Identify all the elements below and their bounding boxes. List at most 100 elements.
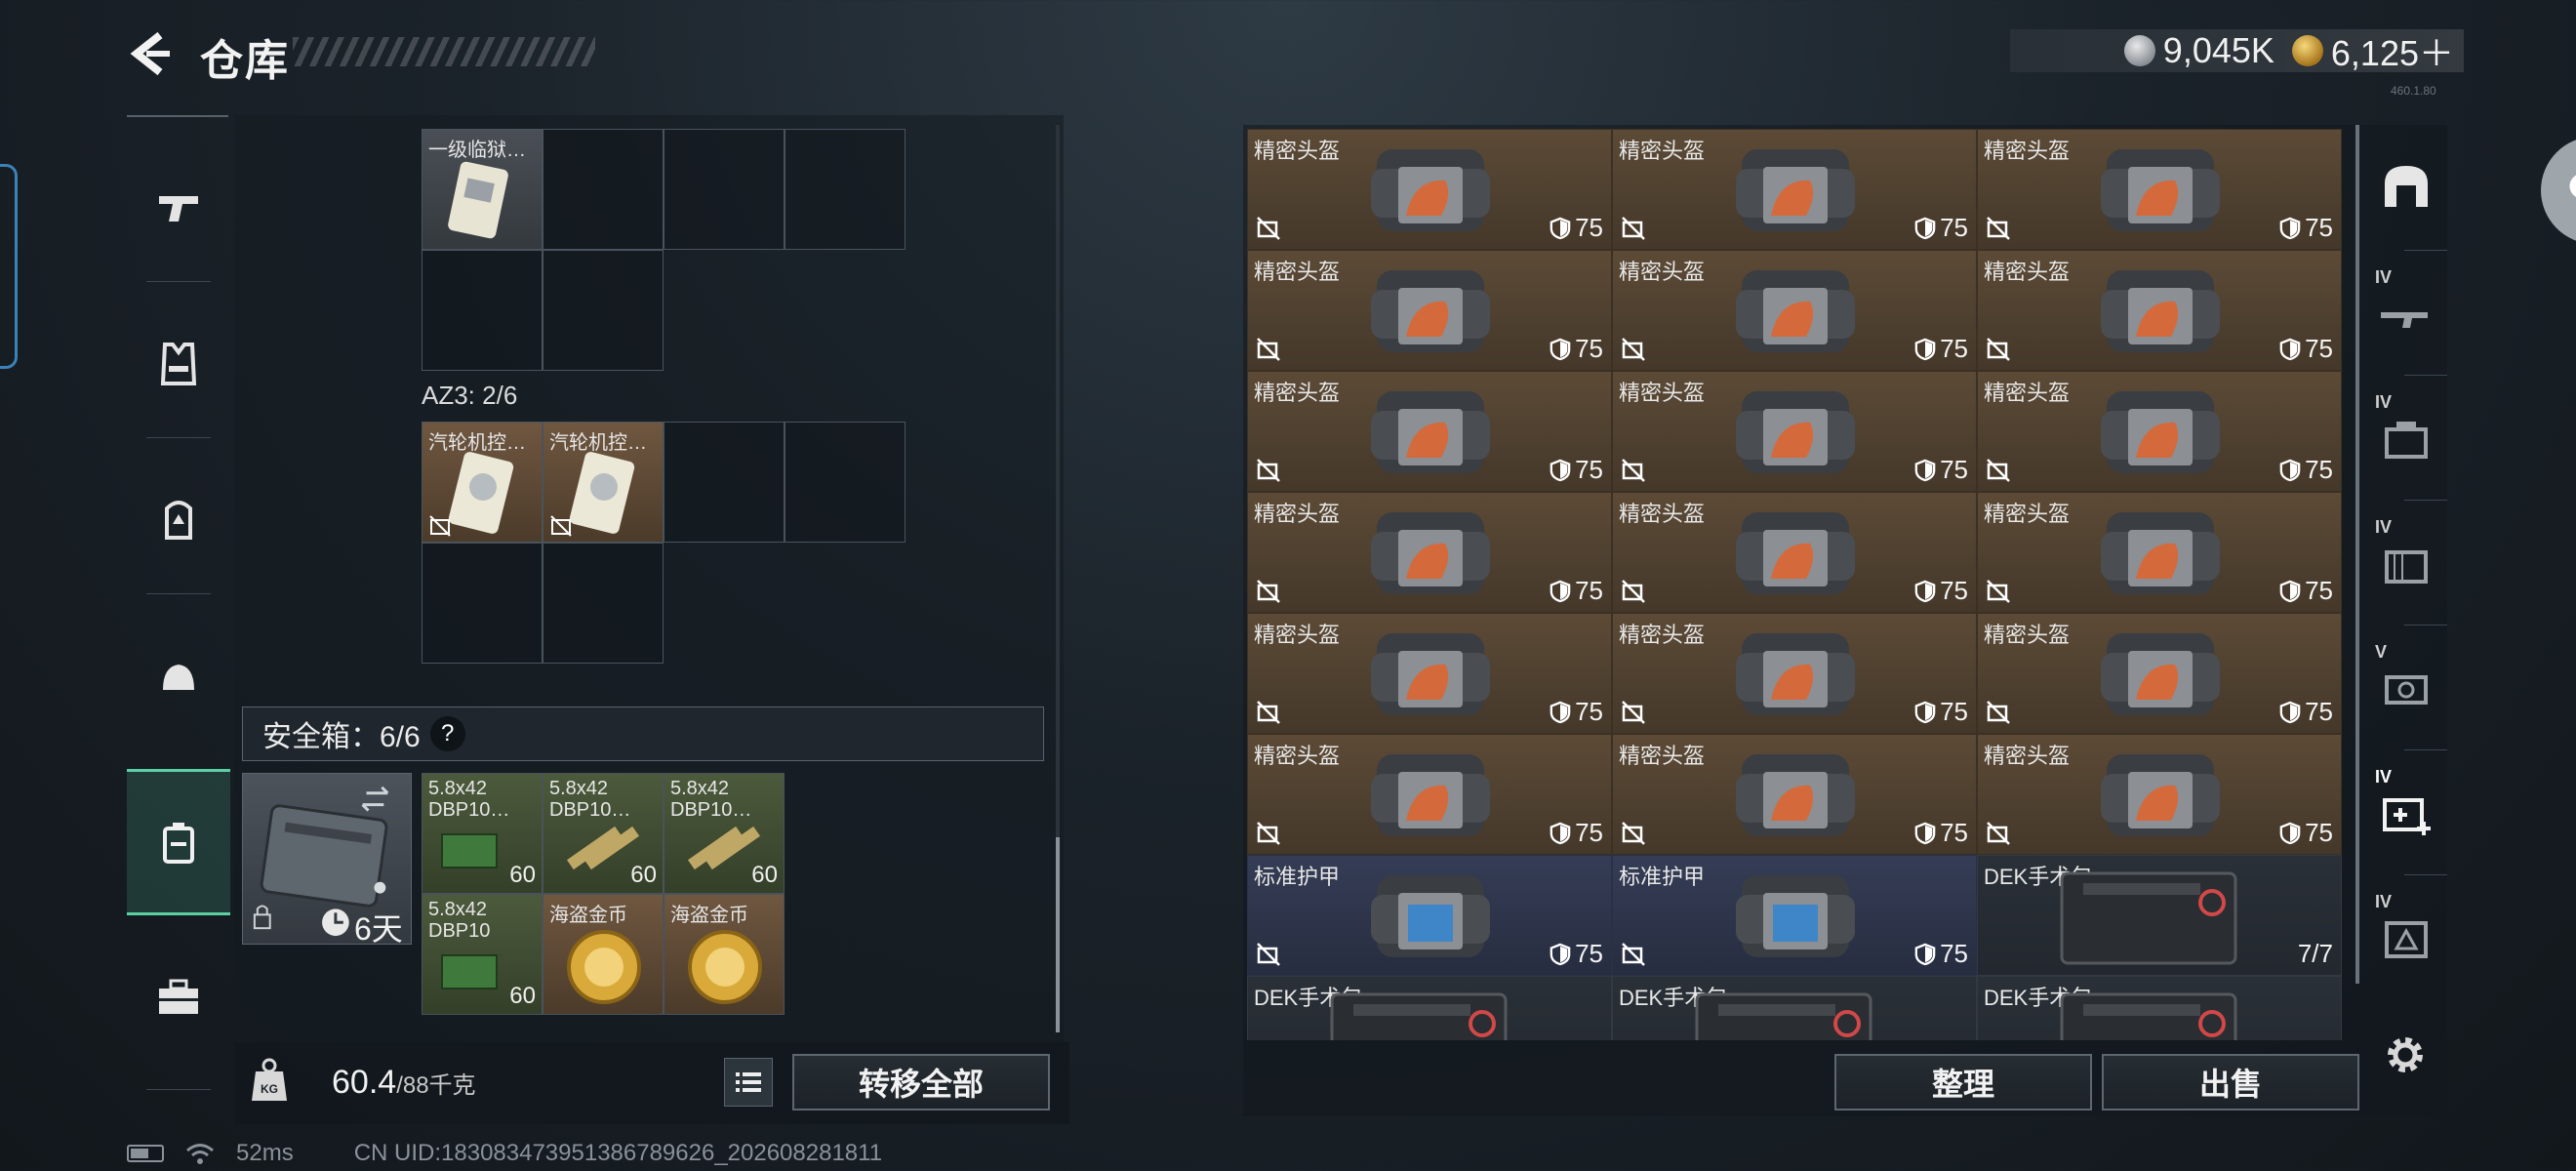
shield-icon <box>1550 822 1571 844</box>
stash-item[interactable]: 精密头盔 75 <box>1247 492 1612 613</box>
item-name: 精密头盔 <box>1619 260 1706 284</box>
empty-cell[interactable] <box>664 422 785 543</box>
wifi-icon <box>186 1144 214 1164</box>
inventory-cell[interactable]: 5.8x42 DBP10 60 <box>422 894 543 1015</box>
stash-item[interactable]: 精密头盔 75 <box>1977 613 2342 734</box>
loadout-scrollbar[interactable] <box>1056 125 1060 1032</box>
stash-item[interactable]: 精密头盔 75 <box>1247 613 1612 734</box>
stash-item[interactable]: 精密头盔 75 <box>1247 371 1612 492</box>
empty-cell[interactable] <box>543 250 664 371</box>
filter-ammo[interactable]: IV <box>2365 500 2447 625</box>
shield-icon <box>2279 217 2301 239</box>
edge-handle[interactable] <box>0 164 18 369</box>
stash-item[interactable]: DEK手术包 <box>1977 976 2342 1040</box>
stash-scrollbar[interactable] <box>2355 125 2359 984</box>
filter-mag[interactable]: IV <box>2365 375 2447 500</box>
item-name: 精密头盔 <box>1984 744 2071 768</box>
stash-item[interactable]: 精密头盔 75 <box>1977 492 2342 613</box>
stash-item[interactable]: 精密头盔 75 <box>1612 492 1977 613</box>
stash-item[interactable]: 精密头盔 75 <box>1977 129 2342 250</box>
durability: 75 <box>1914 334 1968 364</box>
stash-item[interactable]: 标准护甲 75 <box>1247 855 1612 976</box>
stash-item[interactable]: 精密头盔 75 <box>1977 734 2342 855</box>
inventory-cell[interactable]: 一级临狱… <box>422 129 543 250</box>
inventory-cell[interactable]: 汽轮机控… <box>422 422 543 543</box>
inventory-cell[interactable]: 汽轮机控… <box>543 422 664 543</box>
inventory-cell[interactable]: 5.8x42 DBP10… 60 <box>422 773 543 894</box>
stash-item[interactable]: 精密头盔 75 <box>1247 250 1612 371</box>
stash-item[interactable]: 精密头盔 75 <box>1247 734 1612 855</box>
currency-gold[interactable]: 6,125＋ <box>2291 25 2454 76</box>
sort-button[interactable]: 整理 <box>1834 1054 2092 1110</box>
currency-gold-value: 6,125＋ <box>2330 33 2454 73</box>
list-view-button[interactable] <box>724 1058 773 1107</box>
rifle-icon <box>2381 312 2428 328</box>
mag-icon <box>2385 422 2428 459</box>
item-count: 60 <box>509 983 536 1009</box>
stash-item[interactable]: 精密头盔 75 <box>1612 250 1977 371</box>
currency-silver[interactable]: 9,045K <box>2123 30 2274 71</box>
empty-cell[interactable] <box>543 543 664 664</box>
shield-icon <box>1914 580 1936 602</box>
durability: 75 <box>1914 213 1968 243</box>
scroll-thumb[interactable] <box>2355 125 2359 984</box>
stash-item[interactable]: 精密头盔 75 <box>1612 129 1977 250</box>
inventory-cell[interactable]: 5.8x42 DBP10… 60 <box>543 773 664 894</box>
rail-item-helmet[interactable] <box>127 603 230 749</box>
swap-icon <box>361 786 389 812</box>
category-rail <box>127 115 230 1091</box>
filter-medkit[interactable]: IV <box>2365 749 2447 874</box>
empty-cell[interactable] <box>785 129 906 250</box>
inventory-cell[interactable]: 海盗金币 <box>664 894 785 1015</box>
stash-item[interactable]: 精密头盔 75 <box>1977 371 2342 492</box>
stash-item[interactable]: 精密头盔 75 <box>1247 129 1612 250</box>
stash-item[interactable]: 精密头盔 75 <box>1612 734 1977 855</box>
inventory-cell[interactable]: 5.8x42 DBP10… 60 <box>664 773 785 894</box>
filter-misc[interactable]: IV <box>2365 874 2447 999</box>
empty-cell[interactable] <box>422 250 543 371</box>
stash-item[interactable]: 精密头盔 75 <box>1977 250 2342 371</box>
no-mod-icon <box>429 515 451 537</box>
no-mod-icon <box>1622 580 1645 603</box>
rail-item-weapon[interactable] <box>127 135 230 281</box>
safe-box-icon <box>163 823 194 864</box>
filter-helmet[interactable] <box>2365 125 2447 250</box>
stash-item[interactable]: DEK手术包 <box>1247 976 1612 1040</box>
inventory-cell[interactable]: 海盗金币 <box>543 894 664 1015</box>
wechat-float-button[interactable] <box>2541 137 2576 244</box>
scroll-thumb[interactable] <box>1056 837 1060 1032</box>
rail-item-armor[interactable] <box>127 291 230 437</box>
back-button[interactable] <box>125 29 174 78</box>
stash-item[interactable]: DEK手术包 <box>1612 976 1977 1040</box>
item-name: 精密头盔 <box>1984 260 2071 284</box>
item-name: 精密头盔 <box>1619 502 1706 526</box>
durability: 75 <box>2279 697 2333 727</box>
shield-icon <box>1550 943 1571 965</box>
stash-item[interactable]: 标准护甲 75 <box>1612 855 1977 976</box>
rail-item-safe-box[interactable] <box>127 769 230 915</box>
uid-label: CN UID:18308347395138678962​6_2026082818… <box>353 1140 883 1166</box>
helmet-item-icon <box>1363 745 1498 842</box>
filter-gadget[interactable]: V <box>2365 625 2447 749</box>
filter-rifle[interactable]: IV <box>2365 250 2447 375</box>
item-name: 精密头盔 <box>1254 139 1341 163</box>
stash-item[interactable]: 精密头盔 75 <box>1612 371 1977 492</box>
stash-item[interactable]: DEK手术包 7/7 <box>1977 855 2342 976</box>
empty-cell[interactable] <box>664 129 785 250</box>
rail-item-backpack[interactable] <box>127 447 230 593</box>
sell-button[interactable]: 出售 <box>2102 1054 2359 1110</box>
shield-icon <box>1550 459 1571 481</box>
empty-cell[interactable] <box>543 129 664 250</box>
stash-item[interactable]: 精密头盔 75 <box>1612 613 1977 734</box>
transfer-all-button[interactable]: 转移全部 <box>792 1054 1050 1110</box>
empty-cell[interactable] <box>422 543 543 664</box>
empty-cell[interactable] <box>785 422 906 543</box>
item-card-icon <box>448 161 508 239</box>
az3-grid: 汽轮机控… 汽轮机控… <box>422 422 906 664</box>
help-button[interactable]: ? <box>429 716 465 751</box>
rail-item-toolbox[interactable] <box>127 925 230 1071</box>
medkit-item-icon <box>2056 864 2241 965</box>
item-name: 标准护甲 <box>1619 865 1706 889</box>
settings-gear-icon[interactable] <box>2381 1030 2430 1079</box>
safe-box-container[interactable]: 6天 <box>242 773 412 947</box>
